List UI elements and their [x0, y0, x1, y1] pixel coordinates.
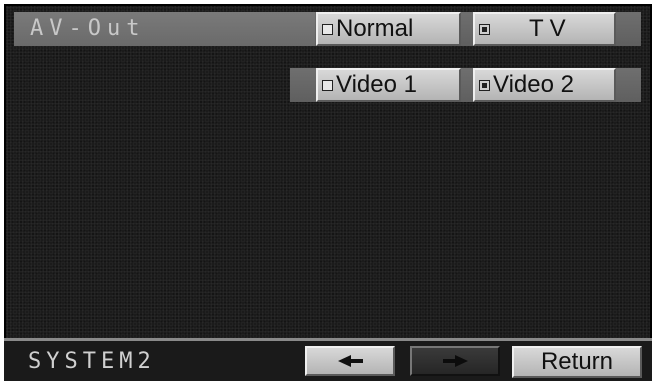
page-title: AV-Out [30, 16, 146, 41]
normal-button[interactable]: Normal [316, 12, 461, 46]
video-1-button-label: Video 1 [336, 71, 417, 98]
av-out-screen [4, 4, 652, 381]
tv-button[interactable]: TV [473, 12, 616, 46]
video-2-button[interactable]: Video 2 [473, 68, 616, 102]
video-2-button-label: Video 2 [493, 71, 574, 98]
indicator-on-icon [479, 23, 490, 35]
footer-title: SYSTEM2 [28, 349, 156, 374]
arrow-left-icon [337, 355, 351, 367]
video-1-button[interactable]: Video 1 [316, 68, 461, 102]
tv-button-label: TV [529, 15, 572, 42]
indicator-off-icon [322, 79, 333, 91]
indicator-on-icon [479, 79, 490, 91]
arrow-right-stem [442, 359, 455, 363]
arrow-right-icon [454, 355, 468, 367]
indicator-off-icon [322, 23, 333, 35]
arrow-left-stem [350, 359, 363, 363]
normal-button-label: Normal [336, 15, 414, 42]
previous-page-button[interactable] [305, 346, 395, 376]
return-button[interactable]: Return [512, 346, 642, 378]
next-page-button[interactable] [410, 346, 500, 376]
